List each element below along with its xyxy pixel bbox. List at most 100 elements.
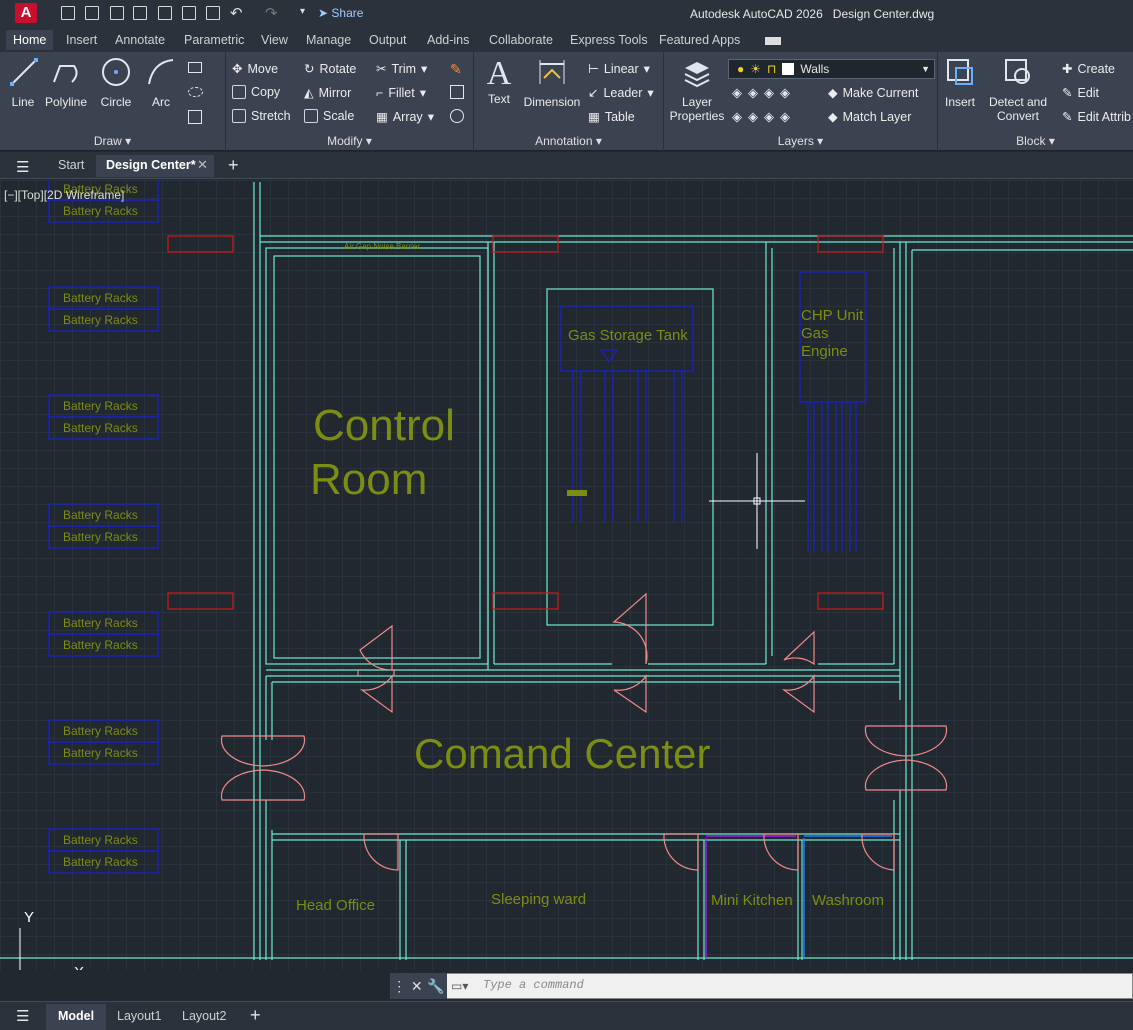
annotation-panel-title[interactable]: Annotation ▾ [474,134,663,148]
block-panel-title[interactable]: Block ▾ [938,134,1133,148]
tab-view[interactable]: View [261,33,288,47]
app-logo[interactable]: A [15,3,37,23]
trim-button[interactable]: ✂ Trim ▾ [376,61,427,77]
chevron-down-icon: ▼ [921,64,930,74]
draw-panel-title[interactable]: Draw ▾ [0,134,225,148]
detect-convert-button[interactable]: Detect and Convert [986,56,1050,123]
tab-layout2[interactable]: Layout2 [182,1009,226,1023]
make-current-button[interactable]: ◆ Make Current [828,85,918,101]
tab-parametric[interactable]: Parametric [184,33,244,47]
layer-dropdown[interactable]: ● ☀ ⊓ Walls ▼ [728,59,935,79]
rotate-button[interactable]: ↻ Rotate [304,61,356,77]
tab-express-tools[interactable]: Express Tools [570,33,648,47]
match-layer-button[interactable]: ◆ Match Layer [828,109,911,125]
undo-icon[interactable]: ↶ [230,4,243,22]
text-button[interactable]: A Text [484,56,514,107]
layer-tools-row-2[interactable]: ◈◈◈◈ [732,109,842,125]
mirror-button[interactable]: ◭ Mirror [304,85,351,101]
tab-start[interactable]: Start [58,158,84,172]
close-command-icon[interactable]: ✕ [411,978,423,995]
grip-icon[interactable]: ⋮ [392,978,406,995]
sun-icon: ☀ [750,62,762,76]
command-line[interactable]: ▭▾ Type a command [390,973,1133,999]
tab-add-ins[interactable]: Add-ins [427,33,469,47]
hatch-icon[interactable] [188,110,202,124]
circle-button[interactable]: Circle [98,56,134,109]
tab-manage[interactable]: Manage [306,33,351,47]
washroom-label: Washroom [812,892,884,909]
create-block-button[interactable]: ✚ Create [1062,61,1115,77]
move-button[interactable]: ✥ Move [232,61,278,77]
tab-model[interactable]: Model [58,1009,94,1023]
explode-icon[interactable] [450,85,464,99]
table-button[interactable]: ▦ Table [588,109,635,125]
match-layer-icon: ◆ [828,110,838,124]
erase-icon[interactable]: ✎ [450,61,462,78]
polyline-button[interactable]: Polyline [44,56,88,109]
customize-quick-access-icon[interactable]: ▾ [300,6,305,17]
new-file-icon[interactable] [61,6,75,20]
rectangle-icon[interactable] [188,62,202,73]
plot-icon[interactable] [206,6,220,20]
layout-menu-icon[interactable]: ☰ [16,1007,29,1025]
edit-attrib-button[interactable]: ✎ Edit Attrib [1062,109,1131,125]
command-center-label: Comand Center [414,730,710,777]
layer-color-swatch [782,63,795,75]
block-panel: Insert Detect and Convert ✚ Create ✎ Edit … [938,52,1133,151]
tab-insert[interactable]: Insert [66,33,97,47]
modify-panel-title[interactable]: Modify ▾ [226,134,473,148]
drawing-canvas[interactable]: Battery Racks Battery Racks Battery Racks B… [0,180,1133,970]
edit-block-icon: ✎ [1062,86,1073,100]
save-web-icon[interactable] [182,6,196,20]
battery-rack-label: Battery Racks [63,508,138,522]
share-button[interactable]: ➤ Share [318,6,363,20]
arc-icon [148,59,174,85]
floor-plan[interactable]: Battery Racks Battery Racks Battery Racks B… [0,180,1133,970]
line-button[interactable]: Line [8,56,38,109]
scale-button[interactable]: Scale [304,109,354,123]
workspace-toggle-icon[interactable] [765,37,781,45]
tab-annotate[interactable]: Annotate [115,33,165,47]
ellipse-icon[interactable] [188,87,203,97]
offset-icon[interactable] [450,109,464,123]
leader-button[interactable]: ↙ Leader ▾ [588,85,654,101]
viewport-controls[interactable]: [−][Top][2D Wireframe] [4,188,124,202]
tab-collaborate[interactable]: Collaborate [489,33,553,47]
arc-button[interactable]: Arc [145,56,177,109]
redo-icon[interactable]: ↷ [265,4,278,22]
stretch-button[interactable]: Stretch [232,109,291,123]
linear-button[interactable]: ⊢ Linear ▾ [588,61,650,77]
tab-home[interactable]: Home [6,30,54,50]
array-button[interactable]: ▦ Array ▾ [376,109,434,125]
new-layout-icon[interactable]: + [250,1005,261,1026]
command-input[interactable]: Type a command [483,978,584,992]
chp-label-2: Gas [801,325,829,342]
tab-layout1[interactable]: Layout1 [117,1009,161,1023]
close-tab-icon[interactable]: ✕ [197,157,208,173]
file-tab-bar: ☰ Start Design Center* ✕ + [0,152,1133,179]
ribbon: Line Polyline Circle Arc Draw ▾ ✥ Move ↻ R… [0,52,1133,151]
open-web-icon[interactable] [158,6,172,20]
battery-rack-label: Battery Racks [63,616,138,630]
scale-icon [304,109,318,123]
new-tab-icon[interactable]: + [228,155,239,176]
layer-tools-row-1[interactable]: ◈◈◈◈ [732,85,842,101]
dimension-button[interactable]: Dimension [522,56,582,109]
customize-wrench-icon[interactable]: 🔧 [427,978,444,995]
edit-block-button[interactable]: ✎ Edit [1062,85,1099,101]
copy-button[interactable]: Copy [232,85,280,99]
command-history-icon[interactable]: ▭▾ [451,979,468,993]
hamburger-menu-icon[interactable]: ☰ [16,158,29,176]
layer-properties-button[interactable]: Layer Properties [668,56,726,123]
layers-panel-title[interactable]: Layers ▾ [664,134,937,148]
insert-button[interactable]: Insert [942,56,978,109]
tab-featured-apps[interactable]: Featured Apps [659,33,740,47]
open-file-icon[interactable] [85,6,99,20]
save-icon[interactable] [110,6,124,20]
fillet-button[interactable]: ⌐ Fillet ▾ [376,85,426,101]
tab-design-center[interactable]: Design Center* [106,158,196,172]
tab-output[interactable]: Output [369,33,407,47]
dimension-icon [539,60,565,84]
save-as-icon[interactable] [133,6,147,20]
gas-tank-label: Gas Storage Tank [568,327,688,344]
